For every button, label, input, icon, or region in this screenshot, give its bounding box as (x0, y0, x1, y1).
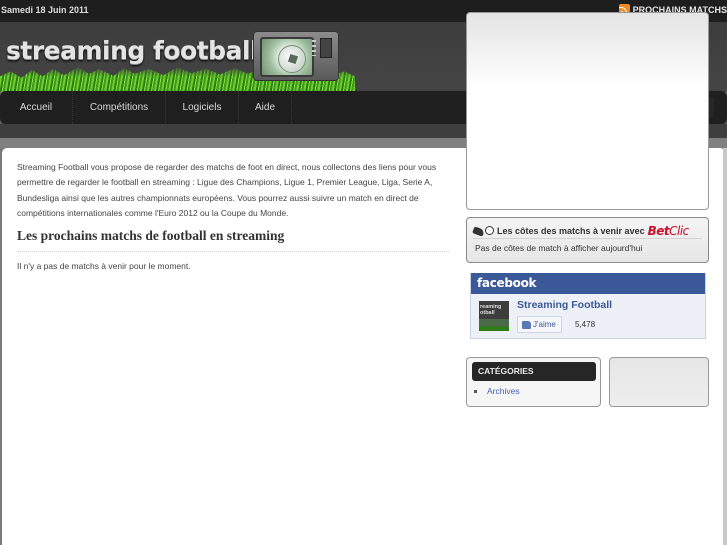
categories-widget: CATÉGORIES Archives (466, 357, 601, 407)
betclic-bet: Bet (647, 224, 670, 238)
nav-item-logiciels[interactable]: Logiciels (166, 91, 239, 124)
tv-buttons (312, 40, 316, 56)
sidebar-secondary-box (609, 357, 709, 407)
categories-title: CATÉGORIES (472, 362, 596, 381)
thumbnail-text: reaming otball (480, 304, 502, 316)
betting-odds-widget: Les côtes des matchs à venir avec BetCli… (466, 217, 709, 263)
thumbs-up-icon (522, 320, 531, 329)
betting-empty-text: Pas de côtes de match à afficher aujourd… (475, 243, 643, 253)
football-icon (278, 45, 306, 73)
sidebar-ad-box (466, 12, 709, 210)
betclic-logo[interactable]: BetClic (647, 224, 690, 238)
tv-speaker (320, 38, 332, 58)
facebook-like-button[interactable]: J'aime (517, 316, 562, 333)
main-column: Streaming Football vous propose de regar… (17, 160, 449, 271)
upcoming-matches-heading: Les prochains matchs de football en stre… (17, 228, 449, 252)
category-link-archives[interactable]: Archives (474, 386, 520, 396)
no-matches-message: Il n'y a pas de matchs à venir pour le m… (17, 260, 191, 271)
intro-paragraph: Streaming Football vous propose de regar… (17, 162, 437, 219)
like-label: J'aime (533, 320, 556, 329)
facebook-like-count: 5,478 (575, 320, 596, 329)
logo-text: streaming football (6, 36, 259, 65)
betting-divider (473, 238, 702, 239)
betclic-clic: Clic (669, 224, 689, 238)
betting-title-text: Les côtes des matchs à venir avec (497, 226, 645, 236)
facebook-header: facebook (471, 273, 705, 294)
facebook-page-thumbnail[interactable]: reaming otball (479, 301, 509, 331)
site-logo[interactable]: streaming football (0, 22, 360, 92)
betting-odds-title: Les côtes des matchs à venir avec BetCli… (473, 224, 689, 238)
current-date: Samedi 18 Juin 2011 (1, 5, 89, 15)
football-boot-icon (473, 225, 494, 237)
nav-item-aide[interactable]: Aide (239, 91, 292, 124)
nav-item-competitions[interactable]: Compétitions (73, 91, 166, 124)
tv-screen (260, 37, 314, 77)
facebook-like-box: facebook reaming otball Streaming Footba… (470, 273, 706, 339)
nav-item-accueil[interactable]: Accueil (0, 91, 73, 124)
facebook-page-link[interactable]: Streaming Football (517, 299, 612, 311)
tv-football-icon (253, 31, 339, 81)
page-right-edge (723, 148, 727, 545)
